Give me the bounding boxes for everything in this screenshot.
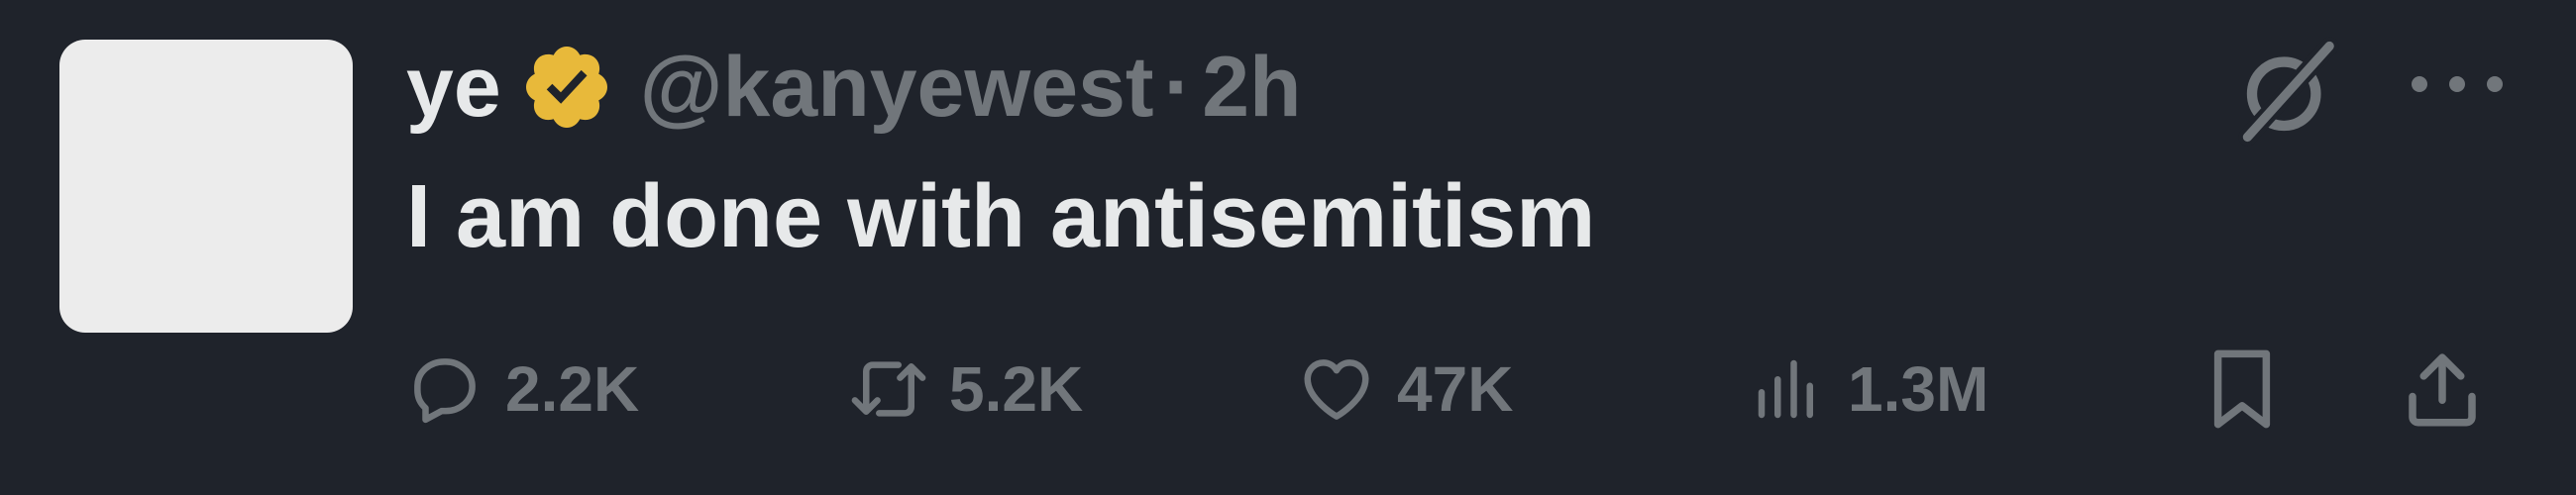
repost-button[interactable]: 5.2K [850, 337, 1083, 441]
views-count: 1.3M [1848, 352, 1989, 425]
share-button[interactable] [2398, 337, 2487, 441]
share-icon [2409, 352, 2476, 426]
author-handle[interactable]: @kanyewest [640, 45, 1154, 130]
separator-dot: · [1163, 40, 1193, 135]
reply-button[interactable]: 2.2K [406, 337, 639, 441]
verified-badge-icon[interactable] [519, 40, 614, 135]
reply-count: 2.2K [505, 352, 640, 425]
tweet-text: I am done with antisemitism [406, 167, 1596, 266]
bookmark-icon [2213, 349, 2271, 428]
avatar[interactable] [59, 40, 353, 333]
views-button[interactable]: 1.3M [1749, 337, 1988, 441]
like-count: 47K [1397, 352, 1514, 425]
heart-icon [1304, 358, 1369, 420]
author-name[interactable]: ye [406, 45, 501, 130]
bookmark-button[interactable] [2198, 337, 2287, 441]
analytics-icon [1758, 359, 1813, 418]
grok-icon[interactable] [2229, 35, 2343, 148]
repost-icon [851, 360, 926, 417]
reply-icon [414, 357, 476, 423]
timestamp[interactable]: 2h [1202, 45, 1301, 130]
tweet-card[interactable]: ye @kanyewest · 2h I am done with antise… [0, 0, 2576, 495]
like-button[interactable]: 47K [1298, 337, 1513, 441]
tweet-header: ye @kanyewest · 2h [406, 28, 1302, 147]
more-icon[interactable] [2403, 59, 2512, 109]
repost-count: 5.2K [949, 352, 1084, 425]
